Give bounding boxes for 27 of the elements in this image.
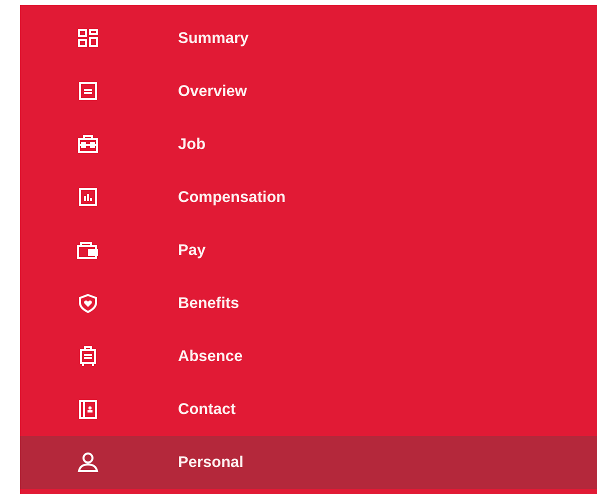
nav-item[interactable]: Contact xyxy=(20,383,597,436)
person-icon xyxy=(77,452,99,473)
nav-item[interactable]: Overview xyxy=(20,65,597,118)
grid-icon xyxy=(77,28,99,49)
wallet-icon xyxy=(77,240,99,261)
nav-label: Compensation xyxy=(178,188,286,206)
nav-label: Summary xyxy=(178,30,249,48)
nav-item[interactable]: Summary xyxy=(20,12,597,65)
nav-label: Job xyxy=(178,136,206,154)
luggage-icon xyxy=(77,346,99,367)
nav-label: Contact xyxy=(178,400,236,418)
nav-item[interactable]: Pay xyxy=(20,224,597,277)
nav-label: Personal xyxy=(178,454,244,472)
contact-card-icon xyxy=(77,399,99,420)
nav-label: Absence xyxy=(178,348,243,366)
nav-label: Overview xyxy=(178,82,247,100)
nav-label: Pay xyxy=(178,242,206,260)
shield-heart-icon xyxy=(77,293,99,314)
nav-item[interactable]: Job xyxy=(20,118,597,171)
nav-item[interactable]: Absence xyxy=(20,330,597,383)
nav-item[interactable]: Compensation xyxy=(20,171,597,224)
nav-label: Benefits xyxy=(178,294,240,312)
briefcase-icon xyxy=(77,134,99,155)
document-icon xyxy=(77,81,99,102)
nav-item[interactable]: Benefits xyxy=(20,277,597,330)
nav-item[interactable]: Personal xyxy=(20,436,597,489)
bar-chart-icon xyxy=(77,187,99,208)
